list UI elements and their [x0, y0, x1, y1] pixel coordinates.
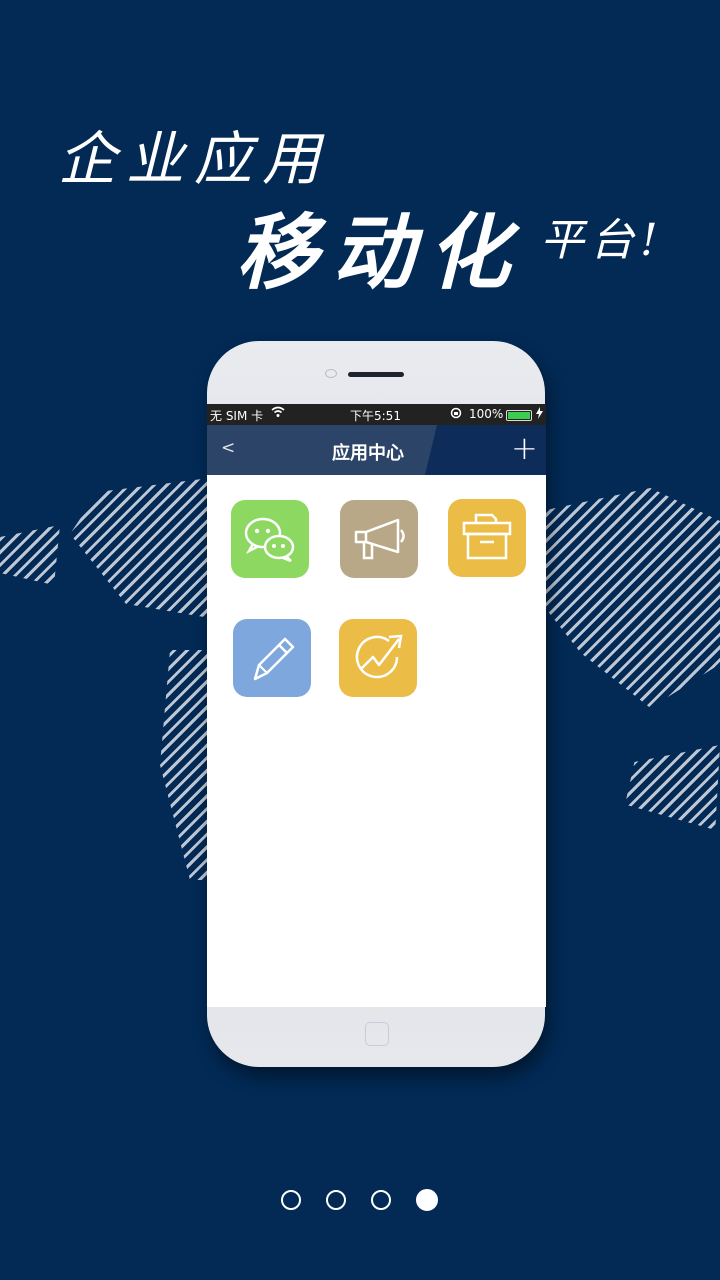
back-button[interactable]: < [221, 438, 235, 458]
archive-box-icon [462, 513, 512, 560]
wechat-icon [244, 517, 295, 563]
page-dot-1[interactable] [281, 1190, 301, 1210]
headline-line1: 企业应用 [58, 125, 331, 193]
charging-icon [536, 407, 543, 422]
page-dot-4-active[interactable] [416, 1189, 438, 1211]
battery-icon [506, 410, 532, 421]
home-button [365, 1022, 389, 1046]
phone-sensor [325, 369, 337, 378]
battery-percent: 100% [469, 407, 504, 421]
archive-app-tile[interactable] [448, 499, 526, 577]
phone-screen: 无 SIM 卡 下午5:51 100% < 应用中心 + [207, 404, 546, 1007]
megaphone-icon [354, 518, 405, 560]
pencil-icon [253, 637, 295, 681]
headline-line3: 平台! [540, 215, 664, 266]
growth-chart-icon [355, 634, 403, 679]
growth-app-tile[interactable] [339, 619, 417, 697]
wifi-icon [271, 406, 285, 421]
clock: 下午5:51 [350, 409, 401, 423]
page-dot-2[interactable] [326, 1190, 346, 1210]
page-title: 应用中心 [332, 443, 404, 464]
add-button[interactable]: + [511, 429, 538, 467]
wechat-app-tile[interactable] [231, 500, 309, 578]
nav-bar: < 应用中心 + [207, 425, 546, 475]
announcement-app-tile[interactable] [340, 500, 418, 578]
page-dot-3[interactable] [371, 1190, 391, 1210]
status-bar: 无 SIM 卡 下午5:51 100% [207, 404, 546, 425]
carrier-label: 无 SIM 卡 [210, 409, 264, 423]
headline-line2: 移动化 [236, 205, 524, 301]
note-app-tile[interactable] [233, 619, 311, 697]
phone-speaker [348, 372, 404, 377]
rotation-lock-icon [450, 407, 462, 422]
